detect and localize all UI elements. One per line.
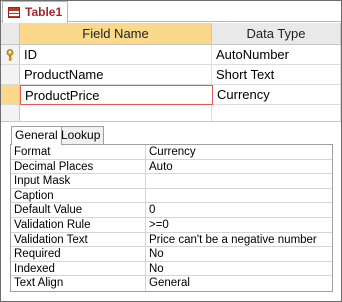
required-value[interactable]: No — [146, 247, 332, 261]
property-label: Validation Rule — [11, 217, 146, 232]
property-label: Indexed — [11, 261, 146, 276]
property-sheet: Format Currency Decimal Places Auto Inpu… — [10, 144, 333, 292]
field-design-grid: Field Name Data Type ID AutoNumber Produ… — [1, 23, 341, 125]
document-tab-strip: Table1 — [1, 1, 341, 23]
text-align-value[interactable]: General — [146, 276, 332, 291]
data-type-cell[interactable]: AutoNumber — [212, 45, 341, 65]
caption-value[interactable] — [146, 189, 332, 203]
decimal-places-value[interactable]: Auto — [146, 160, 332, 174]
property-row: Validation Text Price can't be a negativ… — [11, 232, 332, 248]
tab-table1[interactable]: Table1 — [2, 1, 68, 23]
property-row: Input Mask — [11, 174, 332, 189]
input-mask-value[interactable] — [146, 174, 332, 188]
data-type-cell[interactable]: Currency — [213, 85, 341, 105]
validation-text-value[interactable]: Price can't be a negative number — [146, 233, 332, 247]
field-name-cell[interactable]: ID — [20, 45, 212, 65]
table-icon — [8, 7, 20, 18]
property-label: Validation Text — [11, 232, 146, 247]
property-row: Validation Rule >=0 — [11, 217, 332, 233]
row-selector[interactable] — [1, 45, 20, 65]
property-row: Default Value 0 — [11, 203, 332, 218]
property-row: Indexed No — [11, 261, 332, 277]
property-row: Decimal Places Auto — [11, 159, 332, 175]
field-name-header[interactable]: Field Name — [20, 23, 212, 45]
property-row: Required No — [11, 247, 332, 262]
tab-lookup[interactable]: Lookup — [57, 126, 105, 144]
property-row: Format Currency — [11, 145, 332, 160]
tab-general[interactable]: General — [11, 126, 62, 145]
primary-key-icon — [6, 49, 14, 61]
property-label: Text Align — [11, 276, 146, 291]
grid-corner — [1, 23, 20, 45]
row-selector-current[interactable] — [1, 85, 20, 105]
default-value-value[interactable]: 0 — [146, 203, 332, 217]
property-label: Decimal Places — [11, 159, 146, 174]
property-label: Format — [11, 145, 146, 159]
field-properties-pane: General Lookup Format Currency Decimal P… — [1, 121, 341, 301]
indexed-value[interactable]: No — [146, 262, 332, 276]
field-name-cell[interactable]: ProductName — [20, 65, 212, 85]
tab-label: Table1 — [25, 5, 63, 19]
row-selector[interactable] — [1, 65, 20, 85]
property-row: Caption — [11, 188, 332, 204]
property-label: Input Mask — [11, 174, 146, 188]
property-label: Default Value — [11, 203, 146, 217]
data-type-header[interactable]: Data Type — [212, 23, 341, 45]
data-type-cell[interactable]: Short Text — [212, 65, 341, 85]
property-row: Text Align General — [11, 276, 332, 291]
property-label: Caption — [11, 188, 146, 203]
property-label: Required — [11, 247, 146, 261]
format-value[interactable]: Currency — [146, 145, 332, 159]
field-name-cell-active[interactable]: ProductPrice — [20, 85, 213, 105]
validation-rule-value[interactable]: >=0 — [146, 218, 332, 232]
